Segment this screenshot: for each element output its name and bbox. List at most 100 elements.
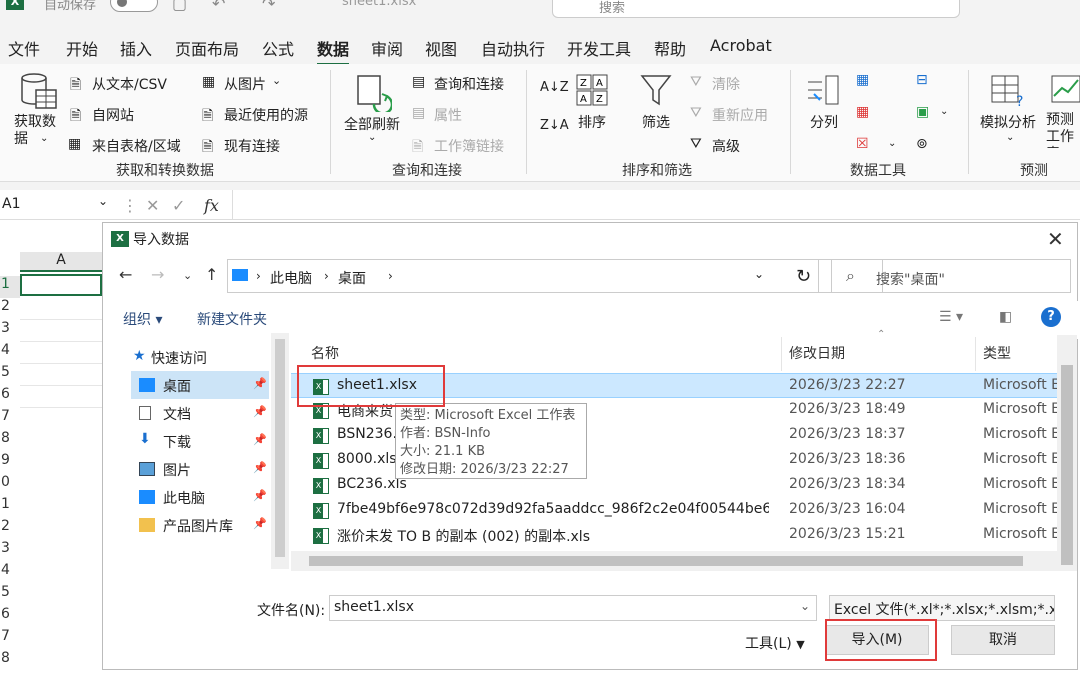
address-bar[interactable]: › 此电脑 › 桌面 › ⌄ [227, 259, 883, 293]
row-header[interactable]: 5 [0, 364, 20, 386]
filename-input[interactable]: sheet1.xlsx ⌄ [329, 595, 817, 621]
cancel-entry-icon[interactable]: ✕ [146, 196, 159, 215]
file-list-vertical-scrollbar[interactable] [1057, 335, 1077, 571]
refresh-icon[interactable]: ↻ [789, 259, 819, 293]
nav-item-product-images[interactable]: 产品图片库 📌 [131, 511, 269, 539]
row-header[interactable]: 4 [0, 342, 20, 364]
text-to-columns-button[interactable]: 分列 [810, 112, 838, 132]
from-web-button[interactable]: 自网站 [92, 105, 134, 125]
row-header[interactable]: 8 [0, 430, 20, 452]
cell-a1[interactable] [20, 274, 102, 296]
breadcrumb-desktop[interactable]: 桌面 [338, 268, 366, 288]
row-header[interactable]: 8 [0, 650, 20, 672]
tools-menu[interactable]: 工具(L) ▼ [745, 633, 805, 653]
row-header[interactable]: 7 [0, 628, 20, 650]
chevron-down-icon[interactable]: ⌄ [754, 267, 764, 281]
file-list-horizontal-scrollbar[interactable] [291, 551, 1057, 571]
pin-icon[interactable]: 📌 [253, 517, 267, 530]
nav-item-this-pc[interactable]: 此电脑 📌 [131, 483, 269, 511]
back-arrow-icon[interactable]: ← [119, 265, 132, 284]
chevron-down-icon[interactable]: ⌄ [800, 599, 810, 613]
remove-duplicates-icon[interactable]: ▦ [856, 104, 869, 120]
formula-input[interactable] [232, 190, 1080, 220]
up-arrow-icon[interactable]: ↑ [205, 265, 218, 284]
help-icon[interactable]: ? [1041, 307, 1061, 327]
queries-connections-button[interactable]: 查询和连接 [434, 74, 504, 94]
reapply-button[interactable]: 重新应用 [712, 105, 768, 125]
tab-insert[interactable]: 插入 [120, 36, 152, 60]
filter-button[interactable]: 筛选 [642, 112, 670, 132]
data-model-icon[interactable]: ▣ [916, 104, 929, 120]
nav-item-pictures[interactable]: 图片 📌 [131, 455, 269, 483]
recent-sources-button[interactable]: 最近使用的源 [224, 105, 308, 125]
tab-formulas[interactable]: 公式 [262, 36, 294, 60]
from-picture-button[interactable]: 从图片 [224, 74, 266, 94]
pin-icon[interactable]: 📌 [253, 377, 267, 390]
flash-fill-icon[interactable]: ▦ [856, 72, 869, 88]
column-header-name[interactable]: 名称 [311, 343, 339, 363]
breadcrumb-this-pc[interactable]: 此电脑 [270, 268, 312, 288]
nav-scrollbar[interactable] [271, 333, 289, 569]
tab-view[interactable]: 视图 [425, 36, 457, 60]
pin-icon[interactable]: 📌 [253, 405, 267, 418]
view-options-icon[interactable]: ☰ ▾ [939, 309, 963, 325]
forecast-sheet-button[interactable]: 预测工作表 [1046, 112, 1080, 148]
relationships-icon[interactable]: ⊚ [916, 136, 928, 152]
pin-icon[interactable]: 📌 [253, 461, 267, 474]
row-header[interactable]: 2 [0, 518, 20, 540]
undo-icon[interactable]: ↶ [212, 0, 225, 13]
scrollbar-thumb[interactable] [1061, 365, 1073, 565]
recent-locations-icon[interactable]: ⌄ [183, 269, 192, 282]
row-header[interactable]: 2 [0, 298, 20, 320]
row-header[interactable]: 1 [0, 276, 20, 298]
from-text-csv-button[interactable]: 从文本/CSV [92, 74, 167, 94]
advanced-button[interactable]: 高级 [712, 136, 740, 156]
organize-button[interactable]: 组织 ▾ [123, 309, 162, 329]
row-header[interactable]: 1 [0, 496, 20, 518]
name-box[interactable]: A1 ⌄ [0, 192, 116, 218]
sort-ascending-icon[interactable]: A↓Z [540, 80, 569, 95]
sort-button[interactable]: 排序 [578, 112, 606, 132]
tab-acrobat[interactable]: Acrobat [710, 36, 772, 55]
row-header[interactable]: 6 [0, 606, 20, 628]
row-header[interactable]: 3 [0, 320, 20, 342]
scrollbar-thumb[interactable] [309, 556, 1023, 566]
existing-connections-button[interactable]: 现有连接 [224, 136, 280, 156]
tab-help[interactable]: 帮助 [654, 36, 686, 60]
what-if-analysis-button[interactable]: 模拟分析 [980, 112, 1036, 132]
nav-scrollbar-thumb[interactable] [275, 339, 285, 557]
more-options-icon[interactable]: ⋮ [122, 196, 138, 215]
cancel-button[interactable]: 取消 [951, 625, 1055, 655]
column-header-a[interactable]: A [20, 252, 102, 272]
save-icon[interactable]: ▢ [172, 0, 187, 13]
workbook-links-button[interactable]: 工作簿链接 [434, 136, 504, 156]
redo-icon[interactable]: ↷ [262, 0, 275, 13]
row-header[interactable]: 0 [0, 474, 20, 496]
row-header[interactable]: 4 [0, 562, 20, 584]
file-row[interactable]: 7fbe49bf6e978c072d39d92fa5aaddcc_986f2c2… [291, 498, 1057, 523]
insert-function-icon[interactable]: fx [204, 196, 219, 215]
row-header[interactable]: 7 [0, 408, 20, 430]
row-header[interactable]: 9 [0, 452, 20, 474]
title-search-box[interactable]: 搜索 [552, 0, 960, 18]
file-type-select[interactable]: Excel 文件(*.xl*;*.xlsx;*.xlsm;*.x [829, 595, 1055, 621]
forward-arrow-icon[interactable]: → [151, 265, 164, 284]
pin-icon[interactable]: 📌 [253, 489, 267, 502]
column-header-type[interactable]: 类型 [983, 343, 1011, 363]
confirm-entry-icon[interactable]: ✓ [172, 196, 185, 215]
tab-data[interactable]: 数据 [317, 36, 350, 66]
from-table-button[interactable]: 来自表格/区域 [92, 136, 181, 156]
new-folder-button[interactable]: 新建文件夹 [197, 309, 267, 329]
tab-automate[interactable]: 自动执行 [481, 36, 545, 60]
refresh-all-button[interactable]: 全部刷新 [344, 114, 400, 134]
nav-item-quick-access[interactable]: ★ 快速访问 [129, 343, 267, 371]
row-header[interactable]: 3 [0, 540, 20, 562]
tab-developer[interactable]: 开发工具 [567, 36, 631, 60]
tab-file[interactable]: 文件 [8, 36, 40, 60]
data-validation-icon[interactable]: ☒ [856, 136, 869, 152]
pin-icon[interactable]: 📌 [253, 433, 267, 446]
get-data-button[interactable]: 获取数据 [14, 114, 62, 148]
properties-button[interactable]: 属性 [434, 105, 462, 125]
folder-search-box[interactable]: ⌕ 搜索"桌面" [831, 259, 1071, 293]
autosave-toggle[interactable] [110, 0, 158, 12]
